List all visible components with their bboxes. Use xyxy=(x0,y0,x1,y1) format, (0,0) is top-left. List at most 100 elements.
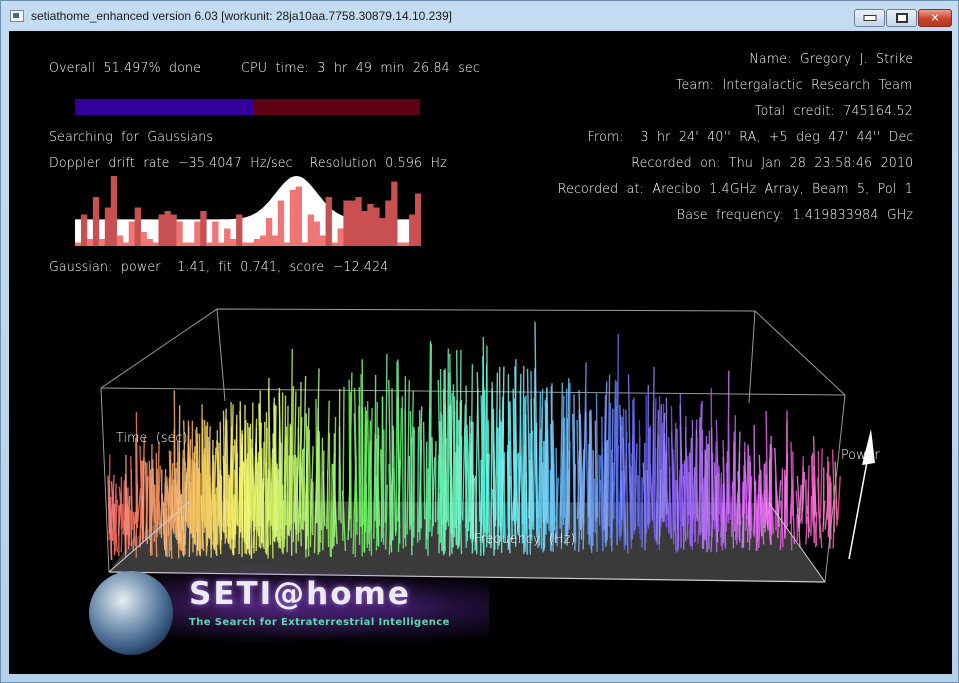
maximize-button[interactable] xyxy=(886,9,917,27)
spectrum-spike xyxy=(306,426,310,557)
user-name-text: Name: Gregory J. Strike xyxy=(749,51,913,67)
spectrum-spike xyxy=(168,519,170,557)
gaussian-bar xyxy=(212,221,219,246)
gaussian-bar xyxy=(289,190,297,246)
spectrum-spike xyxy=(391,388,394,540)
gaussian-bar xyxy=(313,221,320,246)
spectrum-spike xyxy=(286,405,289,553)
gaussian-bar xyxy=(230,239,237,246)
spectrum-spike xyxy=(416,426,420,543)
spectrum-spike xyxy=(476,372,481,522)
gaussian-bar xyxy=(158,214,165,246)
spectrum-spike xyxy=(408,455,411,530)
recorded-on-text: Recorded on: Thu Jan 28 23:58:46 2010 xyxy=(630,155,913,171)
spectrum-spike xyxy=(195,429,198,524)
spectrum-spike xyxy=(326,470,330,548)
gaussian-bar xyxy=(373,207,380,246)
spectrum-spike xyxy=(262,492,265,550)
gaussian-bar xyxy=(379,218,386,246)
minimize-icon xyxy=(863,15,876,21)
team-text: Team: Intergalactic Research Team xyxy=(676,77,913,93)
spectrum-spike xyxy=(349,392,352,539)
spectrum-spike xyxy=(717,483,720,532)
gaussian-bar xyxy=(271,235,279,246)
gaussian-bar xyxy=(146,239,153,246)
spectrum-spike xyxy=(812,486,816,518)
gaussian-bar xyxy=(176,221,183,246)
gaussian-bar xyxy=(259,235,267,246)
spectrum-spike xyxy=(754,491,757,543)
gaussian-bar xyxy=(307,214,314,246)
spectrum-spike xyxy=(490,388,493,549)
graph-box-top-back xyxy=(100,308,846,396)
gaussian-bar xyxy=(331,242,338,246)
power-axis-label: Power xyxy=(841,447,880,463)
gaussian-bar xyxy=(206,242,213,246)
base-frequency-text: Base frequency: 1.419833984 GHz xyxy=(676,207,913,223)
logo-subtitle: The Search for Extraterrestrial Intellig… xyxy=(189,617,450,628)
logo-title: SETI@home xyxy=(189,576,411,612)
gaussian-bar xyxy=(248,242,255,246)
spectrum-spike xyxy=(837,476,841,520)
title-bar[interactable]: setiathome_enhanced version 6.03 [workun… xyxy=(1,1,958,31)
spectrum-spike xyxy=(457,446,460,548)
gaussian-bar xyxy=(188,242,195,246)
gaussian-bar xyxy=(152,242,159,246)
progress-bar-fill xyxy=(75,99,253,115)
gaussian-bar xyxy=(110,176,118,246)
gaussian-bar xyxy=(295,186,302,246)
app-window: setiathome_enhanced version 6.03 [workun… xyxy=(0,0,959,683)
spectrum-spike xyxy=(465,435,468,542)
gaussian-bar xyxy=(283,242,291,246)
total-credit-text: Total credit: 745164.52 xyxy=(755,103,913,119)
spectrum-spike xyxy=(594,420,597,522)
power-axis-line xyxy=(848,450,870,560)
earth-globe-icon xyxy=(89,571,173,655)
spectrum-spike xyxy=(113,494,117,553)
spectrum-spike xyxy=(305,448,308,550)
gaussian-bar xyxy=(415,193,421,246)
gaussian-bar xyxy=(218,242,225,246)
gaussian-bar xyxy=(104,207,112,246)
gaussian-bar xyxy=(385,200,392,246)
window-title: setiathome_enhanced version 6.03 [workun… xyxy=(31,9,452,23)
maximize-icon xyxy=(895,13,908,23)
gaussian-bar xyxy=(343,200,350,246)
gaussian-bar xyxy=(194,221,201,246)
spectrum-spike xyxy=(234,437,238,535)
gaussian-bar xyxy=(337,228,344,246)
gaussian-bar xyxy=(140,232,147,246)
close-button[interactable]: ✕ xyxy=(918,9,952,27)
spectrum-spike xyxy=(358,405,361,545)
gaussian-bar xyxy=(409,214,416,246)
gaussian-bar xyxy=(325,197,332,246)
minimize-button[interactable] xyxy=(854,9,885,27)
spectrum-spike xyxy=(369,440,372,529)
spectrum-spike xyxy=(777,509,779,539)
close-icon: ✕ xyxy=(930,11,940,25)
gaussian-bar xyxy=(128,221,135,246)
doppler-text: Doppler drift rate −35.4047 Hz/sec Resol… xyxy=(49,155,447,171)
gaussian-bar xyxy=(391,181,398,246)
spectrum-spike xyxy=(819,448,823,519)
gaussian-bar xyxy=(319,235,326,246)
spectrum-spike xyxy=(784,507,787,539)
graph-box-top-front xyxy=(100,387,846,396)
gaussian-bar xyxy=(403,242,410,246)
gaussian-bar xyxy=(98,239,106,246)
gaussian-bar xyxy=(182,242,189,246)
gaussian-bar xyxy=(92,197,100,246)
spectrum-spike xyxy=(395,361,398,532)
spectrum-spike xyxy=(404,409,407,547)
gaussian-bar xyxy=(277,200,285,246)
spectrum-spike xyxy=(517,452,520,537)
spectrum-spike xyxy=(452,384,456,538)
gaussian-bar xyxy=(86,239,94,246)
spectrum-spike xyxy=(348,379,351,518)
spectrum-spike xyxy=(647,427,650,529)
cpu-time-text: CPU time: 3 hr 49 min 26.84 sec xyxy=(241,60,480,76)
gaussian-bar xyxy=(367,204,374,246)
spectrum-spike xyxy=(483,387,486,532)
spectrum-spike xyxy=(241,443,244,539)
graph-box-back-left xyxy=(216,308,226,402)
